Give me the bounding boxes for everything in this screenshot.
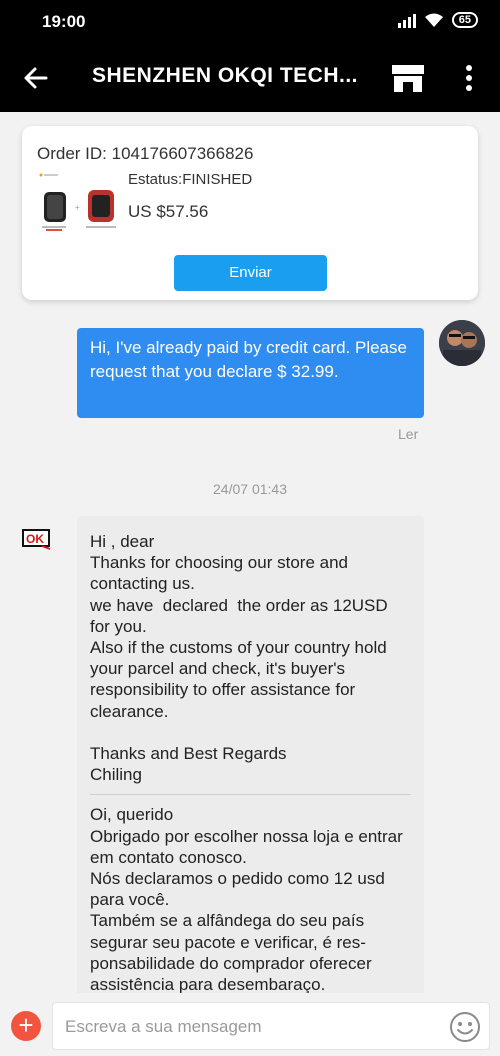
translation-divider [90,794,411,796]
wifi-icon [424,13,443,27]
status-time: 19:00 [42,12,86,31]
store-icon[interactable] [390,62,426,94]
shop-logo-avatar: OK [22,529,51,550]
message-text-english: Hi , dear Thanks for choosing our store … [90,532,388,785]
message-input-box[interactable] [52,1002,490,1050]
store-name-title: SHENZHEN OKQI TECH... [92,64,359,87]
more-vertical-icon[interactable] [458,62,480,94]
message-composer: + [0,993,500,1056]
svg-text:+: + [75,203,80,212]
message-text-translation: Oi, querido Obrigado por escolher nossa … [90,805,403,995]
plus-icon[interactable]: + [11,1011,41,1041]
read-receipt: Ler [398,426,419,442]
order-id: Order ID: 104176607366826 [37,144,254,163]
arrow-left-icon[interactable] [20,62,52,94]
status-bar: 19:00 65 [0,0,500,44]
order-price: US $57.56 [128,202,209,221]
order-status: Estatus:FINISHED [128,171,253,188]
message-input[interactable] [65,1015,425,1039]
date-separator: 24/07 01:43 [213,481,287,497]
status-icons: 65 [397,12,478,28]
outgoing-message[interactable]: Hi, I've already paid by credit card. Pl… [77,328,424,418]
battery-icon: 65 [451,12,478,28]
order-card[interactable]: Order ID: 104176607366826 + Estatus:FINI… [22,126,478,300]
incoming-message[interactable]: Hi , dear Thanks for choosing our store … [77,516,424,996]
user-avatar [439,320,485,366]
svg-text:OK: OK [26,532,44,546]
smiley-icon[interactable] [449,1011,481,1043]
chat-header: SHENZHEN OKQI TECH... [0,44,500,112]
product-thumbnail: + [36,170,132,234]
send-order-button[interactable]: Enviar [174,255,327,291]
signal-icon [397,12,416,28]
